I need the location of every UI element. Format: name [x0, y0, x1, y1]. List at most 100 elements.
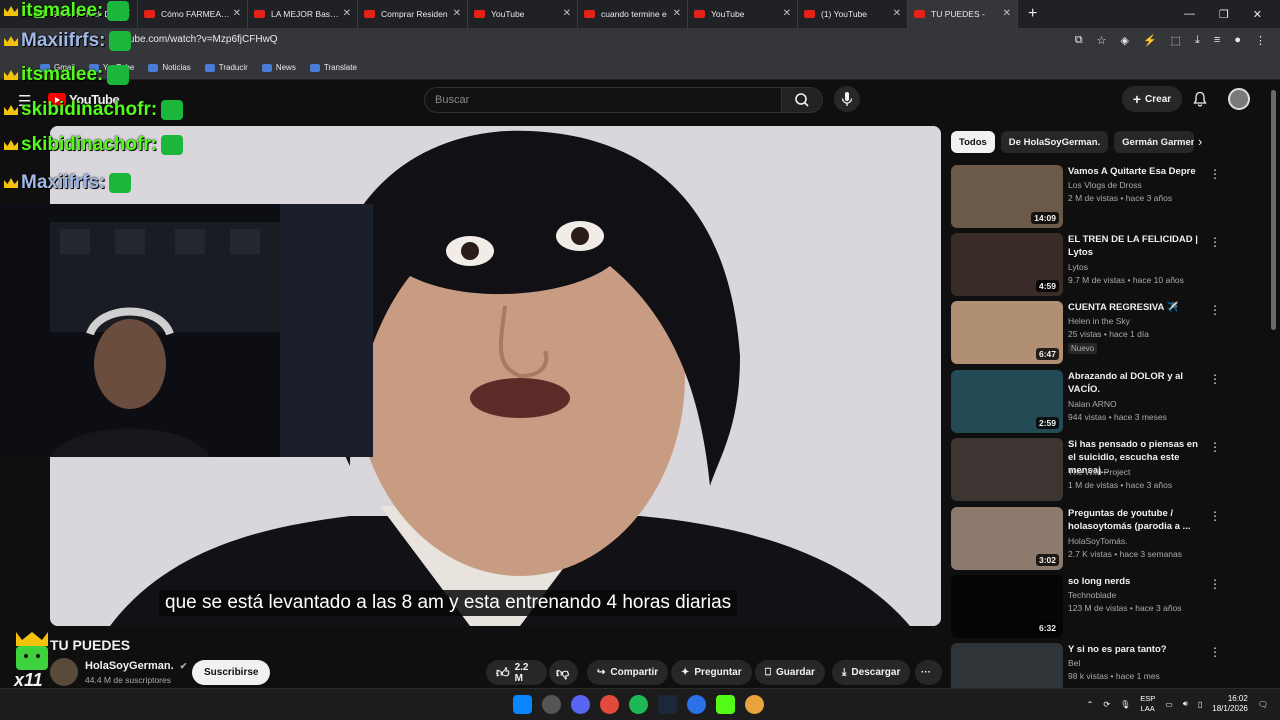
video-thumbnail[interactable]: 3:02: [951, 507, 1063, 570]
browser-tab[interactable]: Comprar Residen ✕: [358, 0, 468, 28]
spotify-icon[interactable]: [629, 695, 648, 714]
video-thumbnail[interactable]: 14:09: [951, 165, 1063, 228]
settings-gear-icon[interactable]: [542, 695, 561, 714]
close-tab-icon[interactable]: ✕: [233, 8, 241, 19]
chevron-right-icon[interactable]: ›: [1198, 134, 1202, 149]
recommended-video-title[interactable]: CUENTA REGRESIVA ✈️: [1068, 301, 1206, 314]
notifications-bell-icon[interactable]: [1193, 91, 1207, 110]
share-button[interactable]: ↪ Compartir: [587, 660, 669, 685]
volume-icon[interactable]: 🔊︎: [1183, 699, 1188, 709]
more-vertical-icon[interactable]: ⋮: [1209, 440, 1221, 454]
profile-icon[interactable]: ●: [1234, 34, 1241, 47]
video-thumbnail[interactable]: 6:47: [951, 301, 1063, 364]
recommended-channel[interactable]: Helen in the Sky: [1068, 316, 1130, 326]
browser-tab[interactable]: Cómo FARMEAR C ✕: [138, 0, 248, 28]
bookmark-item[interactable]: Noticias: [148, 63, 191, 72]
extensions-puzzle-icon[interactable]: ⬚: [1171, 34, 1181, 47]
recommended-video-title[interactable]: Abrazando al DOLOR y al VACÍO.: [1068, 370, 1206, 396]
subscribe-button[interactable]: Suscribirse: [192, 660, 271, 685]
more-vertical-icon[interactable]: ⋮: [1209, 577, 1221, 591]
dislike-button[interactable]: 👎︎: [549, 660, 578, 685]
recommended-video[interactable]: 6:47 CUENTA REGRESIVA ✈️ Helen in the Sky 2…: [951, 301, 1221, 365]
notification-center-icon[interactable]: 🗨︎: [1258, 700, 1268, 709]
recommended-video-title[interactable]: Vamos A Quitarte Esa Depre: [1068, 165, 1206, 178]
reading-list-icon[interactable]: ≡: [1214, 34, 1220, 47]
filter-chip[interactable]: De HolaSoyGerman.: [1000, 131, 1109, 153]
recommended-video[interactable]: 3:02 Preguntas de youtube / holasoytomás …: [951, 507, 1221, 571]
menu-icon[interactable]: ⋮: [1255, 34, 1266, 47]
clock[interactable]: 16:02 18/1/2026: [1212, 694, 1248, 714]
bookmark-item[interactable]: News: [261, 63, 296, 72]
close-tab-icon[interactable]: ✕: [563, 8, 571, 19]
filter-chip[interactable]: Todos: [951, 131, 995, 153]
steam-icon[interactable]: [658, 695, 677, 714]
search-button[interactable]: [781, 87, 823, 113]
restore-icon[interactable]: ❐: [1219, 8, 1229, 21]
more-vertical-icon[interactable]: ⋮: [1209, 372, 1221, 386]
download-icon[interactable]: ⤓: [1195, 34, 1200, 47]
recommended-channel[interactable]: Lytos: [1068, 262, 1088, 272]
windows-start-icon[interactable]: [513, 695, 532, 714]
bookmark-item[interactable]: Translate: [309, 63, 357, 72]
chevron-up-icon[interactable]: ⌃: [1087, 700, 1094, 709]
more-vertical-icon[interactable]: ⋮: [1209, 167, 1221, 181]
browser-tab[interactable]: TU PUEDES - ✕: [908, 0, 1018, 28]
browser-tab[interactable]: YouTube ✕: [468, 0, 578, 28]
recommended-video-title[interactable]: EL TREN DE LA FELICIDAD | Lytos: [1068, 233, 1206, 259]
more-actions-button[interactable]: ···: [915, 660, 942, 685]
brave-icon[interactable]: [745, 695, 764, 714]
browser-tab[interactable]: (1) YouTube ✕: [798, 0, 908, 28]
bookmark-star-icon[interactable]: ☆: [1097, 34, 1107, 47]
filter-chip[interactable]: Germán Garmendi: [1114, 131, 1195, 153]
network-icon[interactable]: ▭: [1165, 700, 1173, 709]
language-indicator[interactable]: ESP LAA: [1140, 694, 1155, 714]
chrome-icon[interactable]: [600, 695, 619, 714]
save-button[interactable]: ⎕ Guardar: [755, 660, 825, 685]
install-app-icon[interactable]: ⧉: [1075, 34, 1083, 47]
extension-icon[interactable]: ◈: [1120, 34, 1128, 47]
download-button[interactable]: ⤓ Descargar: [832, 660, 911, 685]
recommended-channel[interactable]: Technoblade: [1068, 590, 1116, 600]
browser-tab[interactable]: YouTube ✕: [688, 0, 798, 28]
recommended-channel[interactable]: The Wild Project: [1068, 467, 1130, 477]
recommended-channel[interactable]: Bel: [1068, 658, 1080, 668]
create-button[interactable]: + Crear: [1122, 86, 1182, 112]
close-tab-icon[interactable]: ✕: [453, 8, 461, 19]
sync-icon[interactable]: ⟳: [1103, 700, 1110, 709]
close-tab-icon[interactable]: ✕: [673, 8, 681, 19]
more-vertical-icon[interactable]: ⋮: [1209, 509, 1221, 523]
minimize-icon[interactable]: —: [1184, 8, 1195, 20]
url-field[interactable]: youtube.com/watch?v=Mzp6fjCFHwQ: [110, 34, 278, 45]
recommended-video[interactable]: 6:32 so long nerds Technoblade 123 M de vis…: [951, 575, 1221, 639]
account-avatar[interactable]: [1228, 88, 1250, 110]
scrollbar[interactable]: [1271, 90, 1276, 330]
recommended-video-title[interactable]: Y si no es para tanto?: [1068, 643, 1206, 656]
ask-button[interactable]: ✦ Preguntar: [671, 660, 752, 685]
voice-search-button[interactable]: [834, 86, 860, 112]
edge-icon[interactable]: [687, 695, 706, 714]
recommended-video[interactable]: 4:59 EL TREN DE LA FELICIDAD | Lytos Lytos…: [951, 233, 1221, 297]
new-tab-button[interactable]: +: [1028, 0, 1037, 28]
recommended-channel[interactable]: Los Vlogs de Dross: [1068, 180, 1142, 190]
channel-name[interactable]: HolaSoyGerman. ✔: [85, 660, 187, 672]
microphone-tray-icon[interactable]: 🎙︎: [1120, 700, 1130, 709]
recommended-video[interactable]: 14:09 Vamos A Quitarte Esa Depre Los Vlogs…: [951, 165, 1221, 229]
recommended-video[interactable]: Si has pensado o piensas en el suicidio,…: [951, 438, 1221, 502]
recommended-channel[interactable]: Nalan ARNO: [1068, 399, 1117, 409]
channel-avatar[interactable]: [50, 658, 78, 686]
close-tab-icon[interactable]: ✕: [893, 8, 901, 19]
more-vertical-icon[interactable]: ⋮: [1209, 235, 1221, 249]
recommended-video-title[interactable]: Preguntas de youtube / holasoytomás (par…: [1068, 507, 1206, 533]
recommended-channel[interactable]: HolaSoyTomás.: [1068, 536, 1128, 546]
close-tab-icon[interactable]: ✕: [343, 8, 351, 19]
bookmark-item[interactable]: Traducir: [204, 63, 248, 72]
recommended-video[interactable]: 2:59 Abrazando al DOLOR y al VACÍO. Nalan …: [951, 370, 1221, 434]
discord-icon[interactable]: [571, 695, 590, 714]
like-button[interactable]: 👍︎ 2.2 M: [486, 660, 547, 685]
close-tab-icon[interactable]: ✕: [783, 8, 791, 19]
video-thumbnail[interactable]: 4:59: [951, 233, 1063, 296]
video-thumbnail[interactable]: 2:59: [951, 370, 1063, 433]
battery-icon[interactable]: ▯: [1198, 700, 1202, 709]
video-thumbnail[interactable]: [951, 438, 1063, 501]
more-vertical-icon[interactable]: ⋮: [1209, 303, 1221, 317]
